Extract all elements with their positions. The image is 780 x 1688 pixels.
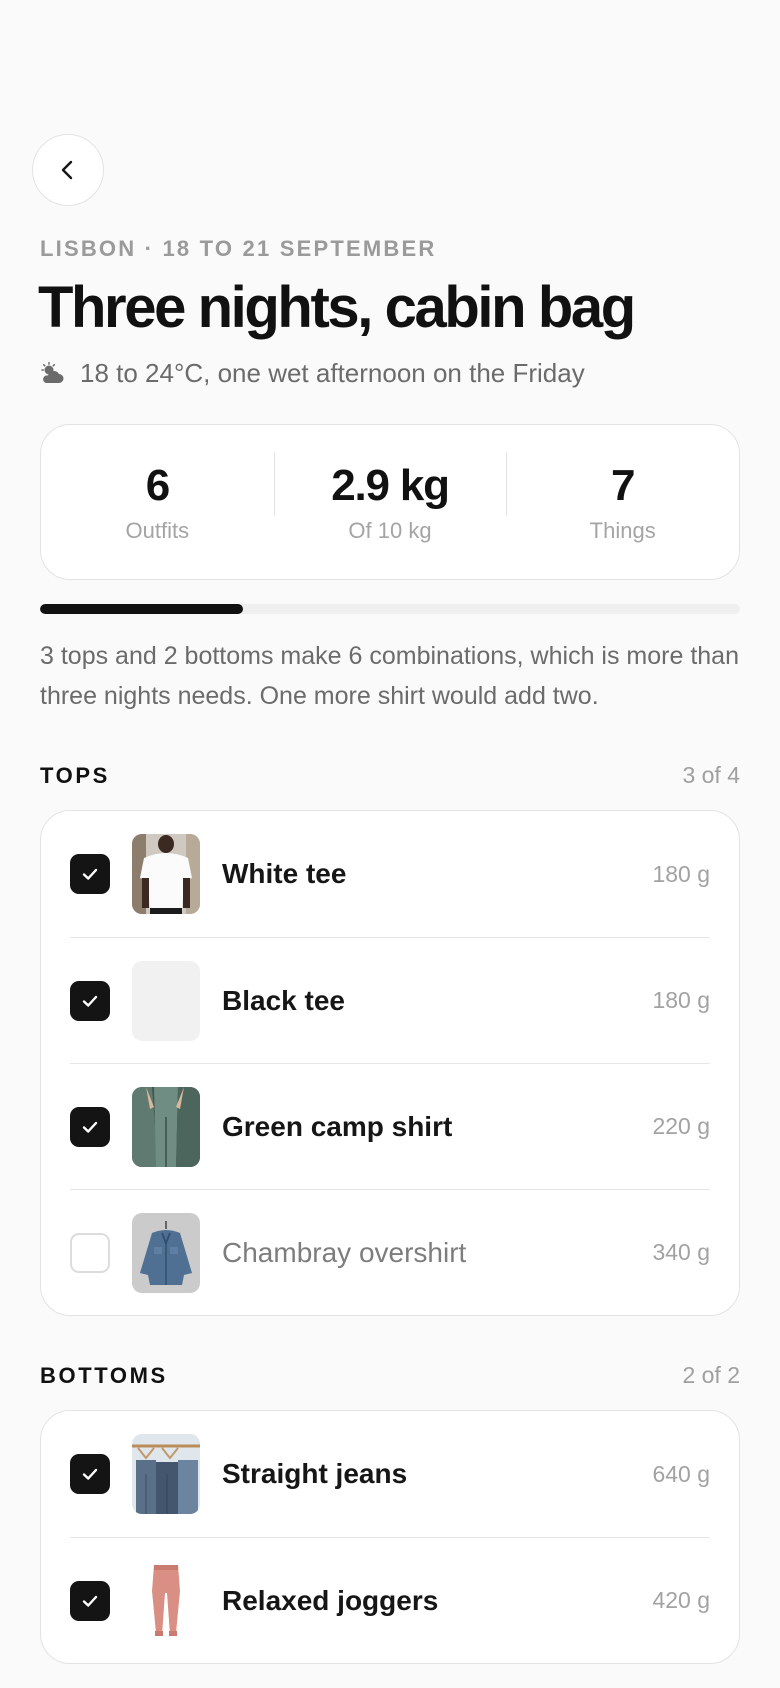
item-weight: 180 g [652,987,710,1013]
stat-label: Outfits [125,518,190,543]
list-item[interactable]: Black tee 180 g [70,937,710,1063]
item-thumbnail [132,1086,200,1167]
stat-value: 7 [611,461,635,510]
checkbox-checked[interactable] [70,1106,110,1147]
item-thumbnail-placeholder [132,960,200,1041]
item-thumbnail [132,1212,200,1293]
checkmark-icon [82,1121,98,1133]
item-weight: 180 g [652,860,710,887]
checkbox-checked[interactable] [70,854,110,894]
checkmark-icon [82,995,98,1007]
progress-fill [40,604,243,614]
checkmark-icon [82,1595,98,1607]
weather-summary: 18 to 24°C, one wet afternoon on the Fri… [40,358,585,389]
checkbox-checked[interactable] [70,980,110,1021]
bottoms-list: Straight jeans 640 g Relaxed joggers 420… [40,1410,740,1664]
list-item[interactable]: White tee 180 g [70,811,710,937]
cloud-sun-icon [41,361,64,383]
combinations-note: 3 tops and 2 bottoms make 6 combinations… [40,642,739,710]
checkmark-icon [82,868,98,880]
item-weight: 420 g [652,1587,710,1613]
stat-outfits: 6 Outfits [41,460,274,544]
item-name: Relaxed joggers [222,1584,439,1616]
chevron-left-icon [61,160,73,180]
section-count: 2 of 2 [682,1362,740,1388]
section-header-tops: TOPS 3 of 4 [40,762,740,789]
item-thumbnail [132,834,200,914]
checkmark-icon [82,1468,98,1480]
stats-card: 6 Outfits 2.9 kg Of 10 kg 7 Things [40,424,740,580]
trip-eyebrow: LISBON · 18 TO 21 SEPTEMBER [40,236,437,261]
item-name: Black tee [222,984,345,1016]
section-count: 3 of 4 [682,762,740,788]
section-header-bottoms: BOTTOMS 2 of 2 [40,1362,740,1389]
stat-things: 7 Things [506,452,739,544]
item-weight: 640 g [652,1460,710,1487]
checkbox-unchecked[interactable] [70,1232,110,1273]
checkbox-checked[interactable] [70,1580,110,1621]
back-button[interactable] [32,134,104,206]
item-thumbnail [132,1434,200,1514]
list-item[interactable]: Relaxed joggers 420 g [70,1537,710,1663]
item-name: Chambray overshirt [222,1236,467,1268]
page-title: Three nights, cabin bag [38,275,636,340]
tops-list: White tee 180 g Black tee 180 g Green ca… [40,810,740,1316]
item-weight: 220 g [652,1113,710,1139]
item-name: Green camp shirt [222,1110,453,1142]
item-thumbnail [132,1560,200,1641]
stat-weight: 2.9 kg Of 10 kg [273,452,507,544]
weight-progress-bar [40,604,740,614]
item-name: Straight jeans [222,1458,408,1489]
list-item[interactable]: Straight jeans 640 g [70,1411,710,1537]
item-name: White tee [222,858,347,889]
list-item[interactable]: Chambray overshirt 340 g [70,1189,710,1315]
weather-text: 18 to 24°C, one wet afternoon on the Fri… [80,358,585,388]
checkbox-checked[interactable] [70,1454,110,1494]
stat-label: Of 10 kg [348,518,432,543]
stat-value: 2.9 kg [331,461,450,510]
item-weight: 340 g [652,1239,710,1265]
list-item[interactable]: Green camp shirt 220 g [70,1063,710,1189]
stat-value: 6 [145,461,170,510]
section-title: TOPS [40,762,110,788]
stat-label: Things [589,518,656,543]
section-title: BOTTOMS [40,1362,168,1388]
